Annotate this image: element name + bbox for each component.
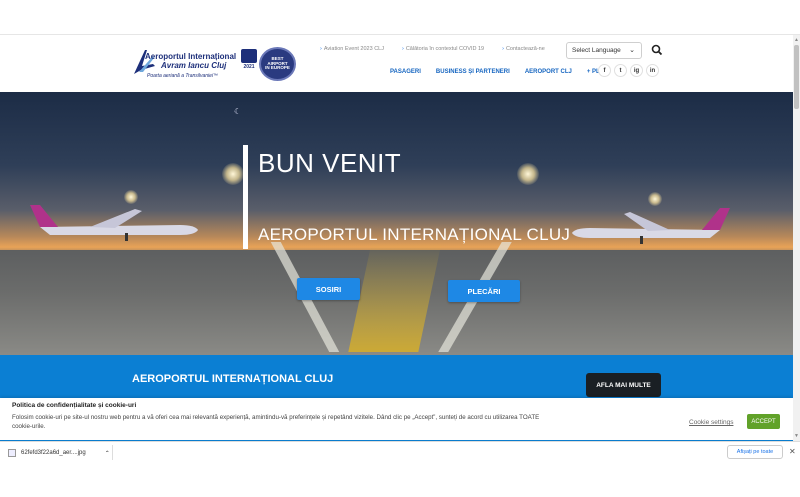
cookie-body: Folosim cookie-uri pe site-ul nostru web…	[12, 414, 540, 430]
best-airport-badge: BEST AIRPORT IN EUROPE	[259, 47, 296, 81]
departures-button[interactable]: PLECĂRI	[448, 280, 520, 302]
hero-subtitle: AEROPORTUL INTERNAȚIONAL CLUJ	[258, 225, 571, 244]
top-link-aviation-event[interactable]: › Aviation Event 2023 CLJ	[320, 46, 384, 52]
download-item[interactable]: 62fefd3f22a6d_aer....jpg ⌃	[8, 446, 110, 460]
arrow-right-icon: ›	[320, 46, 322, 52]
show-all-downloads-button[interactable]: Afișați pe toate	[727, 445, 783, 459]
hero-airplane-right	[572, 208, 730, 244]
learn-more-button[interactable]: AFLA MAI MULTE	[586, 373, 661, 397]
hero-light	[222, 163, 244, 185]
bottom-blank-area	[0, 462, 800, 497]
nav-item-business[interactable]: BUSINESS ȘI PARTENERI	[436, 69, 510, 75]
page-scrollbar[interactable]: ▲ ▼	[793, 35, 800, 441]
top-links: › Aviation Event 2023 CLJ › Călătoria în c…	[320, 46, 545, 52]
best-airport-line3: IN EUROPE	[265, 65, 290, 71]
logo-line2: Avram Iancu Cluj	[161, 61, 227, 70]
arrow-right-icon: ›	[502, 46, 504, 52]
close-icon[interactable]: ✕	[789, 447, 796, 456]
twitter-icon[interactable]: t	[614, 64, 627, 77]
arrow-right-icon: ›	[401, 46, 404, 52]
top-link-covid[interactable]: › Călătoria în contextul COVID 19	[402, 46, 484, 52]
logo-line1: Aeroportul Internațional	[145, 52, 237, 61]
hero-banner: ☾ BUN VENIT AEROPORTUL INTERNAȚIONAL CLU…	[0, 92, 793, 355]
intro-title: AEROPORTUL INTERNAȚIONAL CLUJ	[132, 373, 334, 385]
hero-accent-bar	[243, 145, 248, 249]
cookie-accept-button[interactable]: ACCEPT	[747, 414, 780, 429]
scrollbar-thumb[interactable]	[794, 45, 799, 109]
social-links: f t ig in	[598, 64, 659, 77]
hero-title: BUN VENIT	[258, 148, 402, 178]
download-filename: 62fefd3f22a6d_aer....jpg	[21, 450, 86, 456]
cookie-title: Politica de confidențialitate și cookie-…	[12, 402, 137, 409]
language-select-value: Select Language	[572, 47, 621, 54]
cookie-consent-bar: Politica de confidențialitate și cookie-…	[0, 398, 793, 440]
download-bar: 62fefd3f22a6d_aer....jpg ⌃ Afișați pe to…	[0, 441, 800, 462]
nav-item-aeroport-clj[interactable]: AEROPORT CLJ	[525, 69, 572, 75]
linkedin-icon[interactable]: in	[646, 64, 659, 77]
nav-item-pasageri[interactable]: PASAGERI	[390, 69, 421, 75]
aci-award-badge: 2021	[241, 49, 257, 76]
top-link-contact[interactable]: › Contactează-ne	[502, 46, 545, 52]
site-header: Aeroportul Internațional Avram Iancu Clu…	[0, 35, 793, 92]
hero-airplane-left	[30, 205, 198, 241]
main-nav: PASAGERI BUSINESS ȘI PARTENERI AEROPORT …	[390, 69, 608, 75]
hero-light	[517, 163, 539, 185]
facebook-icon[interactable]: f	[598, 64, 611, 77]
aci-award-year: 2021	[243, 64, 255, 70]
language-select[interactable]: Select Language ⌄	[566, 42, 642, 59]
instagram-icon[interactable]: ig	[630, 64, 643, 77]
scroll-up-icon[interactable]: ▲	[794, 37, 799, 43]
browser-top-area	[0, 0, 800, 35]
chevron-down-icon: ⌄	[629, 47, 635, 54]
download-separator	[112, 445, 113, 460]
top-link-label: Contactează-ne	[505, 46, 545, 52]
top-link-label: Aviation Event 2023 CLJ	[323, 46, 384, 52]
scroll-down-icon[interactable]: ▼	[794, 433, 799, 439]
chevron-up-icon[interactable]: ⌃	[105, 450, 110, 457]
moon-icon: ☾	[234, 107, 242, 116]
cookie-settings-link[interactable]: Cookie settings	[689, 419, 733, 426]
aci-award-icon	[241, 49, 257, 63]
logo-tagline: Poarta aeriană a Transilvaniei™	[147, 73, 219, 79]
arrivals-button[interactable]: SOSIRI	[297, 278, 360, 300]
search-icon[interactable]	[650, 43, 664, 57]
top-link-label: Călătoria în contextul COVID 19	[405, 46, 485, 52]
image-file-icon	[8, 449, 16, 457]
